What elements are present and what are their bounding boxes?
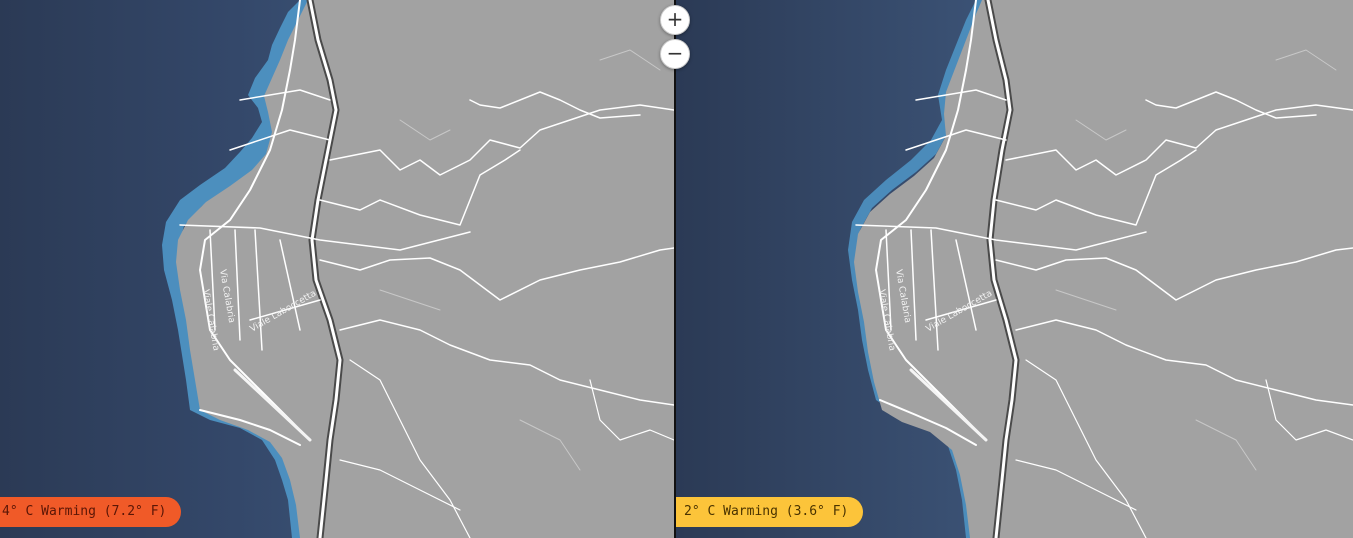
scenario-badge-left: 4° C Warming (7.2° F) <box>0 497 182 527</box>
scenario-badge-right: 2° C Warming (3.6° F) <box>676 497 864 527</box>
zoom-in-button[interactable]: + <box>660 5 690 35</box>
map-panel-right[interactable]: Viale Calabria Via Calabria Viale Labocc… <box>676 0 1353 538</box>
map-panel-left[interactable]: Viale Calabria Via Calabria Viale Labocc… <box>0 0 674 538</box>
zoom-out-button[interactable]: − <box>660 39 690 69</box>
